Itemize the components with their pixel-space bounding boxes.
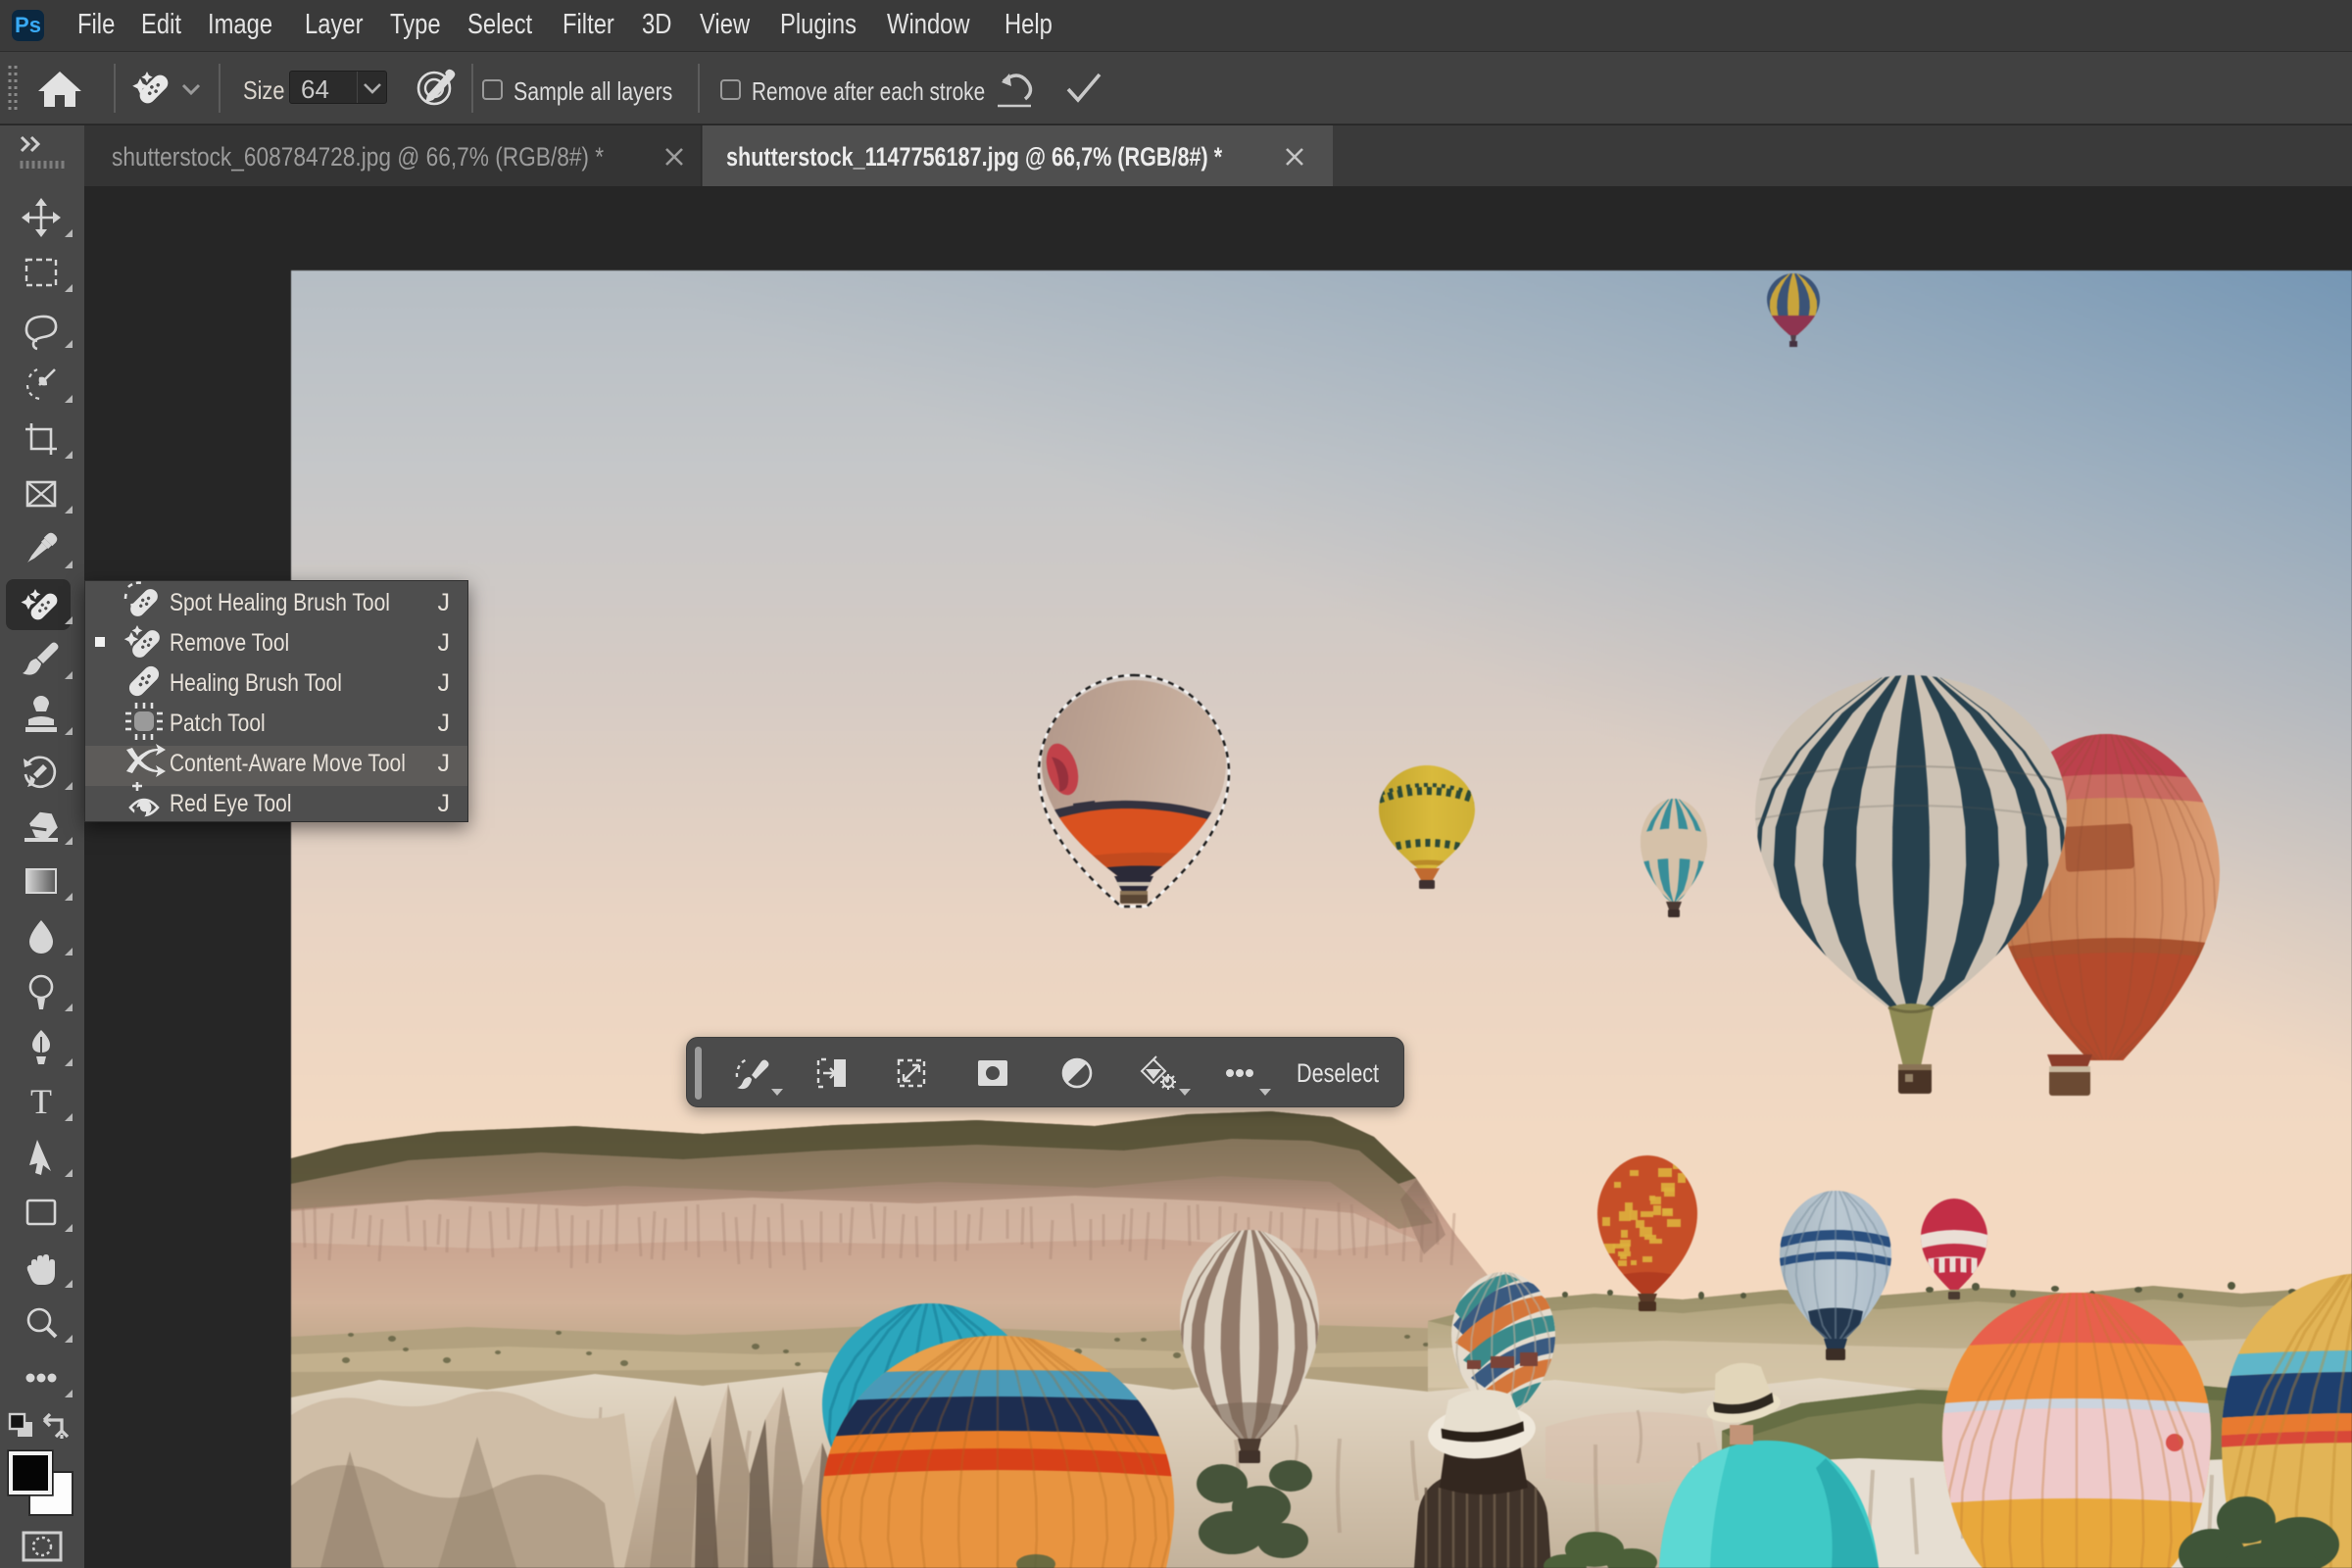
svg-text:T: T — [30, 1082, 52, 1121]
